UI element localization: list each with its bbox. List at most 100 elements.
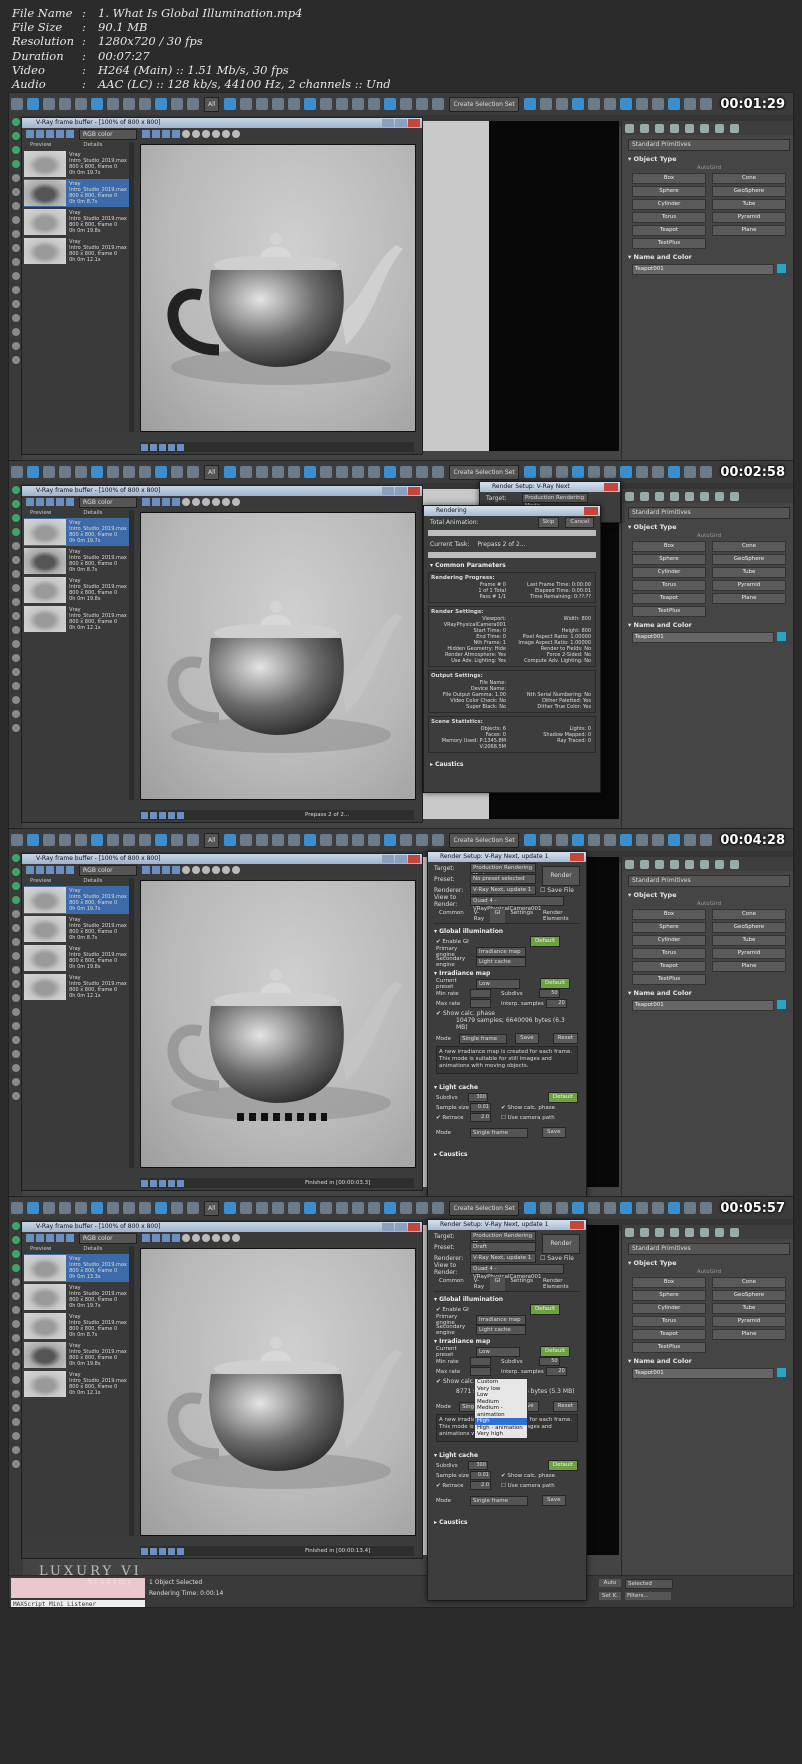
toolbar-icon[interactable] <box>224 834 237 846</box>
vfb-tool-icon[interactable] <box>46 1234 54 1242</box>
tab-settings[interactable]: Settings <box>505 1277 538 1291</box>
toolbar-icon[interactable] <box>139 466 151 478</box>
toolbar-icon[interactable] <box>336 98 349 110</box>
retrace-checkbox[interactable]: ✔ Retrace <box>436 1483 470 1489</box>
toolbar-icon[interactable] <box>635 98 648 110</box>
vfb-color-icon[interactable] <box>232 1234 240 1242</box>
mode-select[interactable]: Single frame <box>459 1033 508 1044</box>
primitive-button[interactable]: Tube <box>712 1303 786 1314</box>
max-rate-value[interactable] <box>470 1367 491 1376</box>
primitive-button[interactable]: TextPlus <box>632 238 706 249</box>
toolbar-icon[interactable] <box>400 1202 413 1214</box>
toolbar-icon[interactable] <box>240 466 253 478</box>
auto-key-button[interactable]: Auto <box>599 1579 621 1587</box>
object-color-swatch[interactable] <box>777 632 786 641</box>
toolbar-icon[interactable] <box>384 1202 397 1214</box>
tool-icon[interactable] <box>12 668 20 676</box>
toolbar-icon[interactable] <box>336 834 349 846</box>
lc-save-button[interactable]: Save <box>542 1127 566 1138</box>
toolbar-icon[interactable] <box>75 834 87 846</box>
toolbar-icon[interactable] <box>635 1202 648 1214</box>
tool-icon[interactable] <box>12 258 20 266</box>
history-item[interactable]: Vray Intro_Studio_2019.max 800 x 800, fra… <box>24 208 134 236</box>
object-name-input[interactable]: Teapot001 <box>632 264 774 275</box>
tool-icon[interactable] <box>12 1390 20 1398</box>
tool-icon[interactable] <box>12 1432 20 1440</box>
vfb-color-icon[interactable] <box>212 1234 220 1242</box>
default-button[interactable]: Default <box>540 978 571 989</box>
toolbar-icon[interactable] <box>539 1202 552 1214</box>
primitive-button[interactable]: Cone <box>712 909 786 920</box>
status-icon[interactable] <box>150 1547 157 1555</box>
render-button[interactable]: Render <box>542 1234 580 1254</box>
tool-icon[interactable] <box>12 500 20 508</box>
enable-gi-checkbox[interactable]: ✔ Enable GI <box>436 1307 470 1313</box>
tab-v-ray[interactable]: V-Ray <box>469 1277 490 1291</box>
toolbar-icon[interactable] <box>619 98 632 110</box>
toolbar-icon[interactable] <box>187 834 199 846</box>
toolbar-icon[interactable] <box>224 98 237 110</box>
panel-tab-icon[interactable] <box>655 491 664 501</box>
toolbar-icon[interactable] <box>139 1202 151 1214</box>
toolbar-icon[interactable] <box>539 98 552 110</box>
toolbar-icon[interactable] <box>288 834 301 846</box>
tool-icon[interactable] <box>12 1292 20 1300</box>
panel-tab-icon[interactable] <box>685 859 694 869</box>
toolbar-icon[interactable] <box>400 98 413 110</box>
secondary-engine-select[interactable]: Light cache <box>476 1324 526 1335</box>
vfb-tool-icon[interactable] <box>26 1234 34 1242</box>
vfb-tool-icon[interactable] <box>56 866 64 874</box>
primitives-dropdown[interactable]: Standard Primitives <box>628 1243 790 1255</box>
status-icon[interactable] <box>168 1179 175 1187</box>
toolbar-icon[interactable] <box>368 1202 381 1214</box>
setup-select[interactable]: Production Rendering Mode <box>470 1231 536 1247</box>
history-item[interactable]: Vray Intro_Studio_2019.max 800 x 800, fra… <box>24 1312 134 1340</box>
toolbar-icon[interactable] <box>667 834 680 846</box>
close-icon[interactable] <box>408 855 420 863</box>
tool-icon[interactable] <box>12 980 20 988</box>
tool-icon[interactable] <box>12 994 20 1002</box>
create-selection-set-select[interactable]: Create Selection Set <box>449 832 519 848</box>
tool-icon[interactable] <box>12 1306 20 1314</box>
toolbar-icon[interactable] <box>384 834 397 846</box>
object-name-input[interactable]: Teapot001 <box>632 632 774 643</box>
vfb-color-icon[interactable] <box>182 498 190 506</box>
gi-rollout-header[interactable]: ▾ Global illumination <box>434 1296 580 1303</box>
maximize-icon[interactable] <box>395 119 407 127</box>
vfb-tool-icon[interactable] <box>142 866 150 874</box>
vfb-tool-icon[interactable] <box>46 498 54 506</box>
panel-tab-icon[interactable] <box>700 1227 709 1237</box>
vfb-color-icon[interactable] <box>192 498 200 506</box>
create-selection-set-select[interactable]: Create Selection Set <box>449 464 519 480</box>
tool-icon[interactable] <box>12 1078 20 1086</box>
primitive-button[interactable]: GeoSphere <box>712 186 786 197</box>
toolbar-icon[interactable] <box>651 98 664 110</box>
status-icon[interactable] <box>159 1547 166 1555</box>
toolbar-icon[interactable] <box>635 834 648 846</box>
retrace-checkbox[interactable]: ✔ Retrace <box>436 1115 470 1121</box>
tool-icon[interactable] <box>12 1334 20 1342</box>
vfb-color-icon[interactable] <box>202 498 210 506</box>
tool-icon[interactable] <box>12 570 20 578</box>
toolbar-icon[interactable] <box>171 466 183 478</box>
vfb-color-icon[interactable] <box>192 866 200 874</box>
panel-tab-icon[interactable] <box>715 1227 724 1237</box>
history-item[interactable]: Vray Intro_Studio_2019.max 800 x 800, fra… <box>24 915 134 943</box>
vfb-color-icon[interactable] <box>212 130 220 138</box>
primitive-button[interactable]: Box <box>632 1277 706 1288</box>
history-item[interactable]: Vray Intro_Studio_2019.max 800 x 800, fra… <box>24 1341 134 1369</box>
panel-tab-icon[interactable] <box>685 491 694 501</box>
toolbar-icon[interactable] <box>416 466 429 478</box>
tool-icon[interactable] <box>12 896 20 904</box>
toolbar-icon[interactable] <box>587 1202 600 1214</box>
toolbar-icon[interactable] <box>91 1202 103 1214</box>
toolbar-icon[interactable] <box>651 1202 664 1214</box>
vfb-color-icon[interactable] <box>202 866 210 874</box>
toolbar-icon[interactable] <box>651 466 664 478</box>
panel-tab-icon[interactable] <box>715 491 724 501</box>
vfb-color-icon[interactable] <box>212 498 220 506</box>
toolbar-icon[interactable] <box>187 98 199 110</box>
view-select[interactable]: Quad 4 - VRayPhysicalCamera001 <box>470 896 564 912</box>
vfb-tool-icon[interactable] <box>46 130 54 138</box>
toolbar-icon[interactable] <box>256 98 269 110</box>
